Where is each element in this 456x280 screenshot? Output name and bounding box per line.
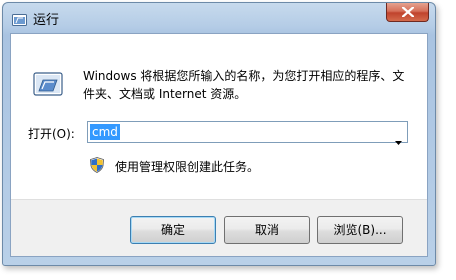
run-dialog-icon bbox=[33, 72, 63, 96]
run-icon bbox=[12, 11, 27, 26]
open-combobox[interactable]: cmd bbox=[87, 121, 408, 145]
chevron-down-icon[interactable] bbox=[395, 130, 402, 149]
open-input[interactable]: cmd bbox=[90, 124, 120, 140]
open-label: 打开(O): bbox=[28, 127, 75, 141]
title-bar[interactable]: 运行 bbox=[3, 3, 435, 33]
browse-button[interactable]: 浏览(B)... bbox=[317, 216, 403, 244]
close-button[interactable] bbox=[386, 3, 429, 22]
uac-shield-icon bbox=[90, 157, 104, 177]
admin-notice: 使用管理权限创建此任务。 bbox=[115, 160, 260, 174]
dialog-description: Windows 将根据您所输入的名称，为您打开相应的程序、文件夹、文档或 Int… bbox=[83, 69, 405, 101]
window-title: 运行 bbox=[33, 13, 60, 28]
ok-button[interactable]: 确定 bbox=[130, 216, 216, 244]
run-dialog: 运行 Windows 将根据您所输入的名称，为您打开相应的程序、文件夹、文档或 … bbox=[2, 2, 436, 266]
cancel-button[interactable]: 取消 bbox=[224, 216, 310, 244]
close-icon bbox=[402, 7, 414, 17]
